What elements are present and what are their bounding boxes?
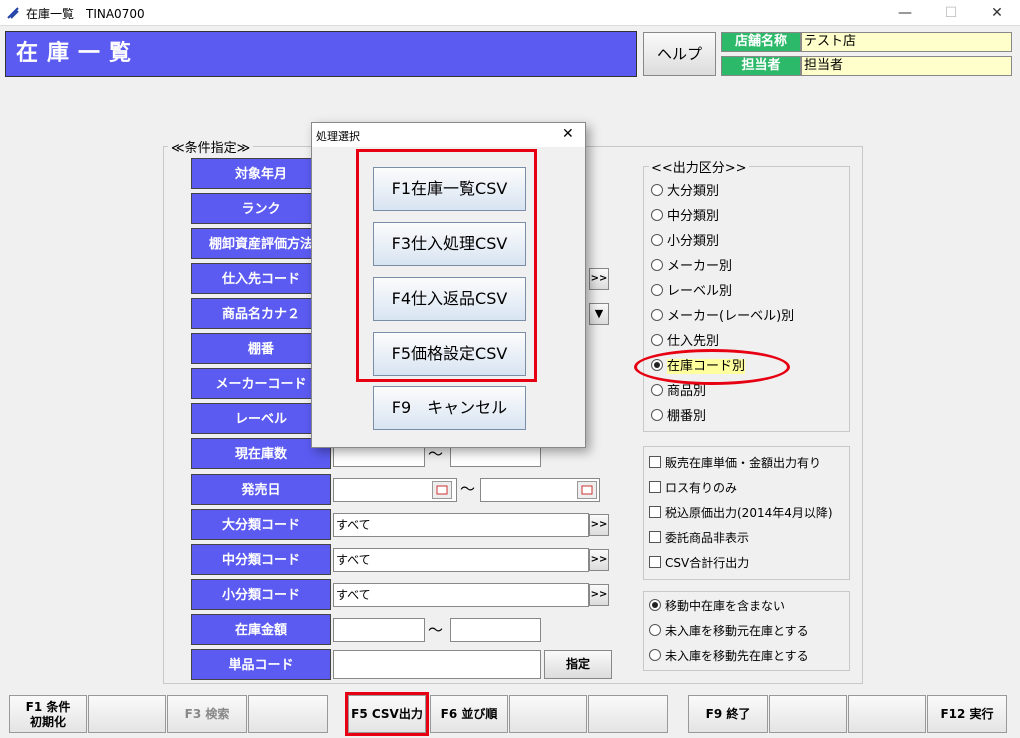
output-option-shelf[interactable]: 棚番別 (651, 404, 706, 429)
item-code-label: 単品コード (191, 649, 331, 680)
dialog-titlebar: 処理選択 ✕ (312, 123, 585, 147)
mid-code-label: 中分類コード (191, 544, 331, 575)
staff-value: 担当者 (801, 56, 1012, 76)
dialog-close-icon[interactable]: ✕ (562, 126, 574, 142)
major-code-input[interactable]: すべて (333, 513, 589, 537)
f1-stock-list-csv-button[interactable]: F1在庫一覧CSV (373, 167, 526, 211)
window-titlebar: 在庫一覧 TINA0700 — ☐ ✕ (0, 0, 1020, 26)
maximize-button[interactable]: ☐ (928, 0, 974, 26)
radio-icon (651, 209, 663, 221)
f5-highlight-box (345, 692, 429, 736)
radio-icon (651, 409, 663, 421)
radio-icon (651, 309, 663, 321)
empty-function-key (509, 695, 587, 733)
output-option-maker-level[interactable]: メーカー(レーベル)別 (651, 304, 794, 329)
empty-function-key (588, 695, 668, 733)
minor-code-search-button[interactable]: >> (589, 584, 609, 606)
supplier-code-label: 仕入先コード (191, 263, 331, 294)
transit-option-exclude[interactable]: 移動中在庫を含まない (649, 594, 785, 619)
output-option-mid[interactable]: 中分類別 (651, 204, 719, 229)
app-icon (7, 7, 19, 19)
major-code-label: 大分類コード (191, 509, 331, 540)
radio-icon (651, 259, 663, 271)
empty-function-key (88, 695, 166, 733)
calendar-to-icon[interactable] (577, 481, 597, 499)
conditions-title: ≪条件指定≫ (168, 137, 254, 156)
transit-option-dest[interactable]: 未入庫を移動先在庫とする (649, 644, 809, 669)
specify-button[interactable]: 指定 (544, 650, 612, 679)
radio-icon (651, 334, 663, 346)
minor-code-input[interactable]: すべて (333, 583, 589, 607)
store-name-label: 店舗名称 (721, 32, 801, 52)
mid-code-input[interactable]: すべて (333, 548, 589, 572)
checkbox-icon (649, 481, 661, 493)
output-option-level[interactable]: レーベル別 (651, 279, 732, 304)
mid-code-search-button[interactable]: >> (589, 549, 609, 571)
radio-icon (651, 284, 663, 296)
radio-icon (649, 649, 661, 661)
release-date-tilde: 〜 (460, 480, 476, 498)
transit-option-source[interactable]: 未入庫を移動元在庫とする (649, 619, 809, 644)
output-option-maker[interactable]: メーカー別 (651, 254, 732, 279)
help-button[interactable]: ヘルプ (643, 32, 716, 76)
radio-icon (651, 234, 663, 246)
radio-icon (651, 384, 663, 396)
empty-function-key (769, 695, 847, 733)
stock-amount-tilde: 〜 (428, 621, 444, 639)
output-option-major[interactable]: 大分類別 (651, 179, 719, 204)
checkbox-icon (649, 506, 661, 518)
f3-search-button[interactable]: F3 検索 (167, 695, 247, 733)
process-select-dialog: 処理選択 ✕ F1在庫一覧CSV F3仕入処理CSV F4仕入返品CSV F5価… (311, 122, 586, 448)
f1-reset-button[interactable]: F1 条件 初期化 (9, 695, 87, 733)
checkbox-icon (649, 556, 661, 568)
check-sales-price[interactable]: 販売在庫単価・金額出力有り (649, 451, 821, 476)
output-title: <<出力区分>> (649, 157, 749, 176)
dialog-title: 処理選択 (316, 130, 360, 143)
radio-icon (651, 184, 663, 196)
window-title: 在庫一覧 TINA0700 (26, 7, 145, 21)
stock-amount-from-input[interactable] (333, 618, 425, 642)
f4-purchase-return-csv-button[interactable]: F4仕入返品CSV (373, 277, 526, 321)
valuation-label: 棚卸資産評価方法 (191, 228, 331, 259)
checkbox-icon (649, 531, 661, 543)
checkbox-icon (649, 456, 661, 468)
f6-sort-order-button[interactable]: F6 並び順 (430, 695, 508, 733)
target-month-label: 対象年月 (191, 158, 331, 189)
output-option-minor[interactable]: 小分類別 (651, 229, 719, 254)
page-title: 在庫一覧 (5, 31, 637, 77)
check-tax-cost[interactable]: 税込原価出力(2014年4月以降) (649, 501, 833, 526)
product-kana-label: 商品名カナ２ (191, 298, 331, 329)
empty-function-key (248, 695, 328, 733)
radio-icon (649, 624, 661, 636)
stock-qty-label: 現在庫数 (191, 438, 331, 469)
f9-exit-button[interactable]: F9 終了 (688, 695, 768, 733)
stock-amount-label: 在庫金額 (191, 614, 331, 645)
minimize-button[interactable]: — (882, 0, 928, 26)
stock-amount-to-input[interactable] (450, 618, 541, 642)
product-kana-dropdown[interactable]: ▼ (589, 303, 609, 325)
calendar-from-icon[interactable] (432, 481, 452, 499)
supplier-search-button[interactable]: >> (589, 268, 609, 290)
check-hide-consignment[interactable]: 委託商品非表示 (649, 526, 749, 551)
store-name-value: テスト店 (801, 32, 1012, 52)
item-code-input[interactable] (333, 650, 541, 679)
rank-label: ランク (191, 193, 331, 224)
empty-function-key (848, 695, 926, 733)
f5-price-setting-csv-button[interactable]: F5価格設定CSV (373, 332, 526, 376)
shelf-label: 棚番 (191, 333, 331, 364)
f3-purchase-csv-button[interactable]: F3仕入処理CSV (373, 222, 526, 266)
f9-cancel-button[interactable]: F9 キャンセル (373, 386, 526, 430)
highlight-ellipse (634, 349, 790, 385)
staff-label: 担当者 (721, 56, 801, 76)
check-loss-only[interactable]: ロス有りのみ (649, 476, 737, 501)
close-window-button[interactable]: ✕ (974, 0, 1020, 26)
check-csv-total[interactable]: CSV合計行出力 (649, 551, 749, 576)
maker-code-label: メーカーコード (191, 368, 331, 399)
radio-selected-icon (649, 599, 661, 611)
major-code-search-button[interactable]: >> (589, 514, 609, 536)
level-label: レーベル (191, 403, 331, 434)
release-date-label: 発売日 (191, 474, 331, 505)
minor-code-label: 小分類コード (191, 579, 331, 610)
f12-execute-button[interactable]: F12 実行 (927, 695, 1007, 733)
